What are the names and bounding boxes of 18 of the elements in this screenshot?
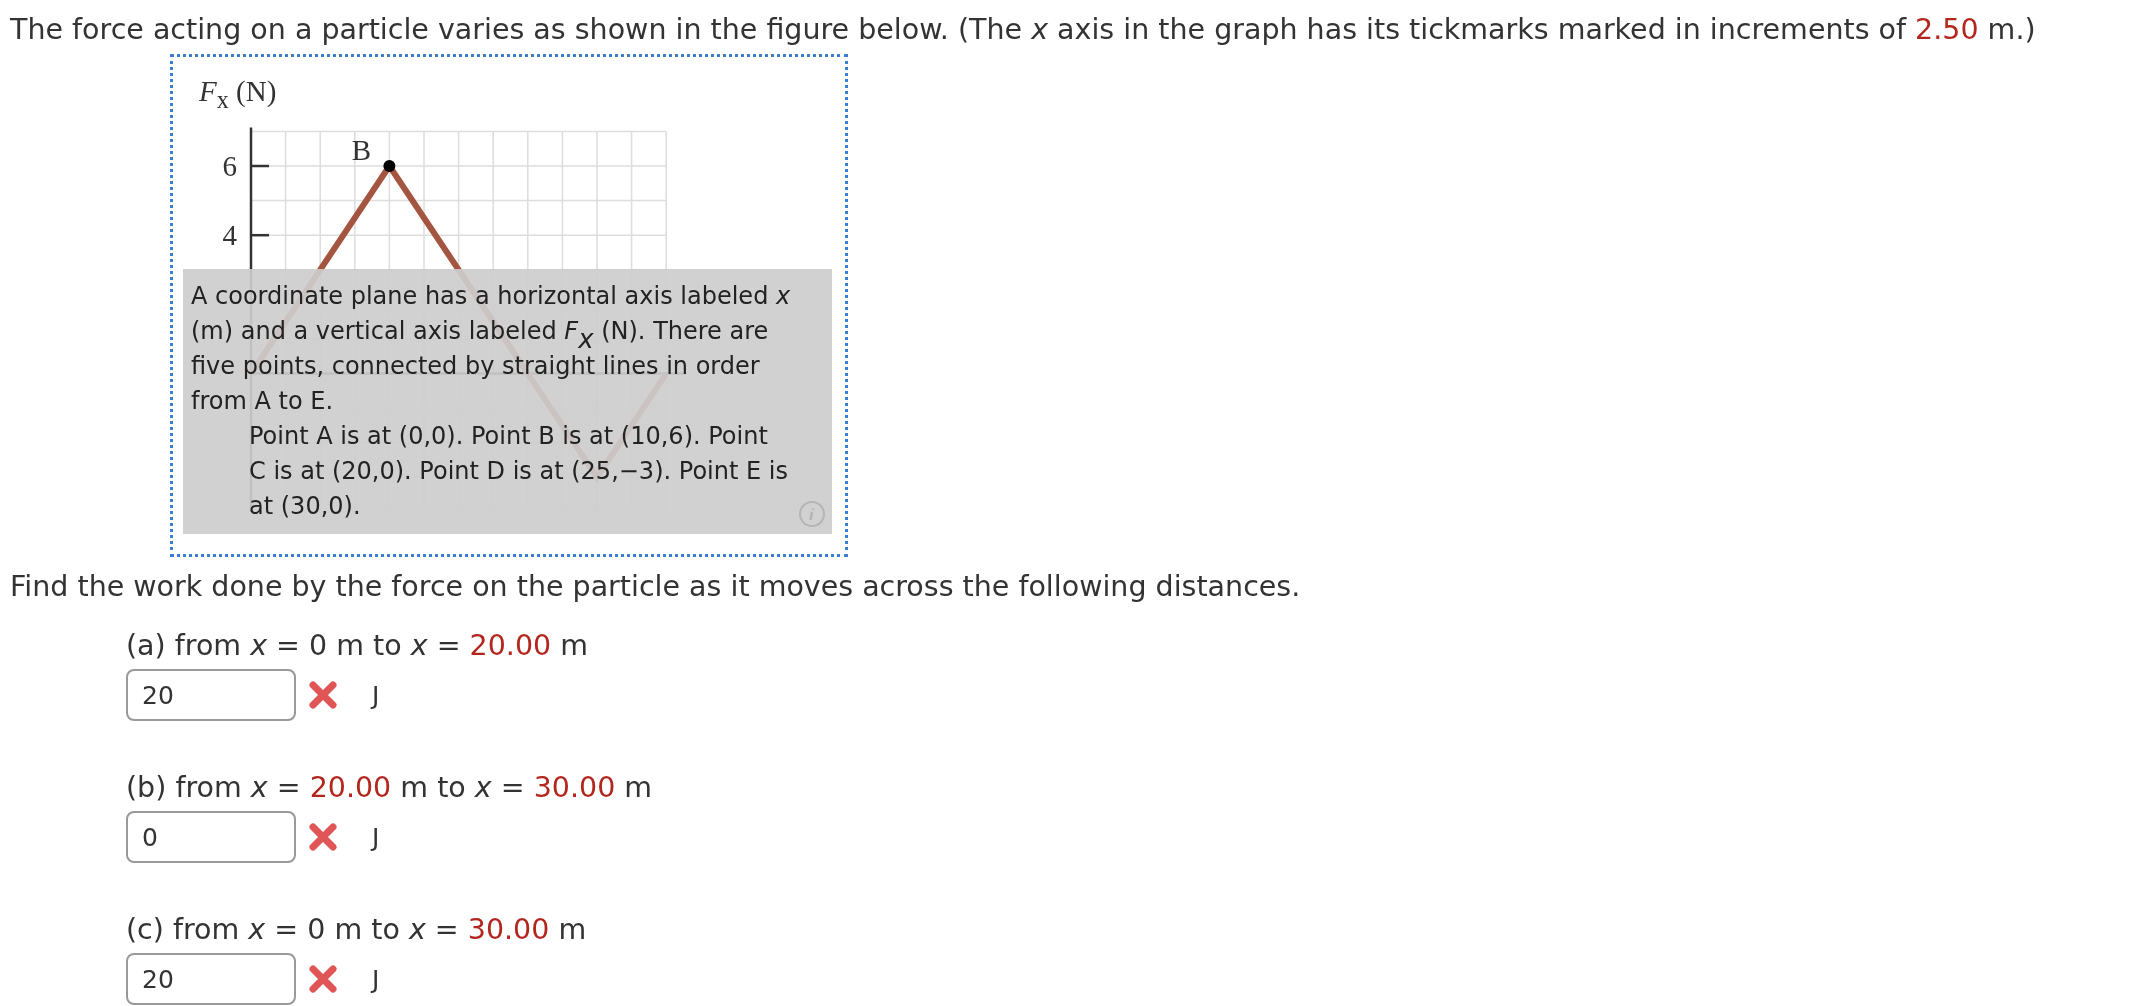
instruction-text: Find the work done by the force on the particle as it moves across the following distances. [10,569,1302,605]
description-text: Point A is at (0,0). Point B is at (10,6). Point C is at (20,0). Point D is at (25,−3). Point E is at (30,0). [248,421,789,522]
point-label: B [351,134,372,166]
axis-label: F$_{x}$ (N) [199,75,277,114]
question-label: (a) from x = 0 m to x = 20.00 m [126,628,588,664]
tick-label: 4 [222,219,237,252]
unit-label: J [372,680,380,710]
answer-field[interactable]: 20 [126,669,296,721]
question-label: (b) from x = 20.00 m to x = 30.00 m [126,770,653,806]
unit-label: J [372,964,380,994]
question-label: (c) from x = 0 m to x = 30.00 m [126,912,587,948]
point-dot [383,160,396,172]
unit-label: J [372,822,380,852]
tick-label: 6 [222,150,237,182]
problem-statement: The force acting on a particle varies as shown in the figure below. (The x axis in the graph has its tickmarks marked in increments of 2.50 m.) [10,12,2036,48]
answer-field[interactable]: 20 [126,953,296,1005]
answer-field[interactable]: 0 [126,811,296,863]
info-icon[interactable] [798,500,826,528]
